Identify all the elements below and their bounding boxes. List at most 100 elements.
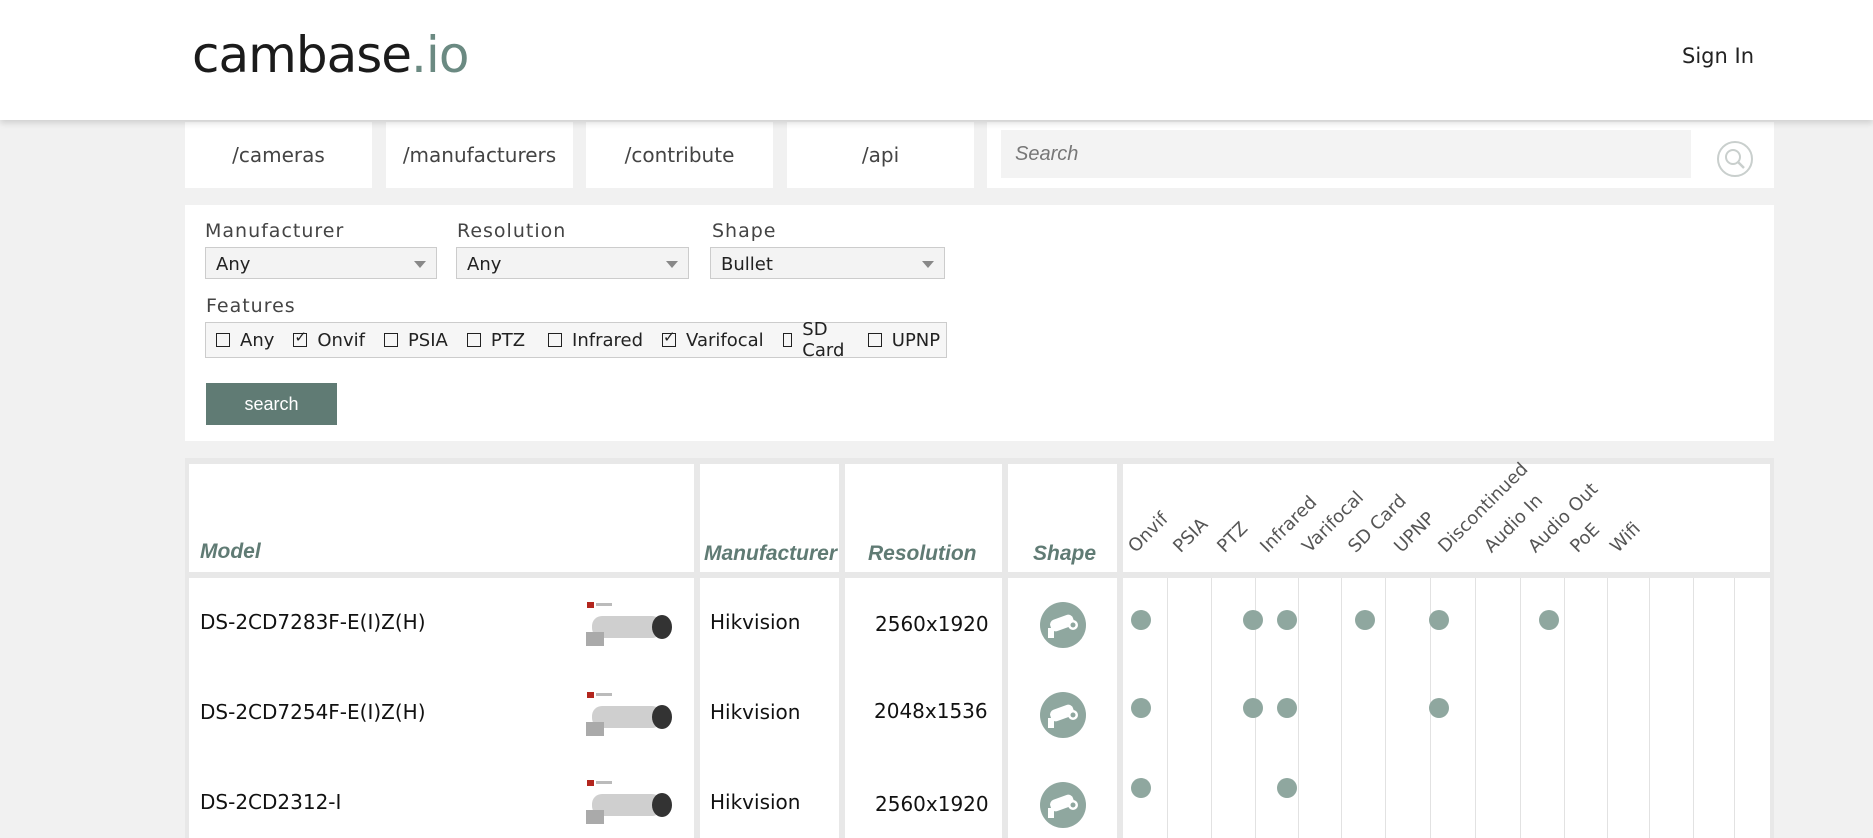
- column-header-wifi[interactable]: Wifi: [1606, 518, 1645, 557]
- results-table: Model Manufacturer Resolution Shape Onvi…: [185, 458, 1774, 838]
- resolution-column: 2560x1920 2048x1536 2560x1920: [845, 578, 1002, 838]
- column-separator: [1385, 578, 1386, 838]
- checkbox[interactable]: [383, 333, 398, 347]
- search-icon[interactable]: [1716, 140, 1754, 178]
- feature-label: Any: [240, 329, 275, 351]
- model-column: DS-2CD7283F-E(I)Z(H) DS-2CD7254F-E(I)Z(H…: [189, 578, 694, 838]
- feature-label: Varifocal: [686, 329, 764, 351]
- shape-select[interactable]: Bullet: [710, 247, 945, 279]
- sign-in-link[interactable]: Sign In: [1682, 44, 1754, 68]
- row-2-manufacturer[interactable]: Hikvision: [710, 700, 800, 724]
- checkbox[interactable]: [782, 333, 793, 347]
- search-box: [987, 122, 1774, 188]
- bullet-camera-icon: [1040, 782, 1086, 828]
- feature-onvif[interactable]: Onvif: [293, 328, 365, 351]
- header-shape-cell: Shape: [1008, 464, 1117, 572]
- feature-present-dot: [1243, 610, 1263, 630]
- features-column: [1123, 578, 1770, 838]
- logo-main: cambase: [192, 26, 412, 84]
- feature-present-dot: [1131, 698, 1151, 718]
- feature-infrared[interactable]: Infrared: [548, 330, 643, 351]
- feature-label: UPNP: [891, 329, 941, 351]
- column-header-resolution[interactable]: Resolution: [868, 542, 977, 566]
- feature-label: PSIA: [407, 329, 448, 351]
- feature-present-dot: [1131, 778, 1151, 798]
- checkbox[interactable]: [216, 333, 230, 347]
- resolution-select-value: Any: [467, 254, 502, 275]
- nav-tab-contribute[interactable]: /contribute: [586, 122, 773, 188]
- header-resolution-cell: Resolution: [845, 464, 1002, 572]
- column-header-manufacturer[interactable]: Manufacturer: [704, 542, 837, 566]
- feature-label: Onvif: [317, 329, 365, 351]
- feature-present-dot: [1429, 698, 1449, 718]
- feature-ptz[interactable]: PTZ: [466, 329, 526, 351]
- chevron-down-icon: [666, 261, 678, 268]
- checkbox[interactable]: [548, 333, 563, 347]
- column-header-psia[interactable]: PSIA: [1169, 514, 1212, 557]
- bullet-camera-icon: [1040, 602, 1086, 648]
- header-features-cell: Onvif PSIA PTZ Infrared Varifocal SD Car…: [1123, 459, 1770, 572]
- chevron-down-icon: [922, 261, 934, 268]
- feature-psia[interactable]: PSIA: [383, 329, 448, 351]
- checkbox[interactable]: [466, 333, 481, 347]
- row-1-resolution: 2560x1920: [875, 612, 989, 636]
- header-model-cell: Model: [189, 464, 694, 572]
- manufacturer-select-value: Any: [216, 254, 251, 275]
- resolution-select[interactable]: Any: [456, 247, 689, 279]
- search-button[interactable]: search: [206, 383, 337, 425]
- header-manufacturer-cell: Manufacturer: [700, 464, 839, 572]
- row-2-model[interactable]: DS-2CD7254F-E(I)Z(H): [200, 700, 426, 724]
- column-header-poe[interactable]: PoE: [1566, 519, 1604, 557]
- column-separator: [1520, 578, 1521, 838]
- manufacturer-label: Manufacturer: [205, 220, 345, 242]
- column-separator: [1693, 578, 1694, 838]
- feature-present-dot: [1277, 778, 1297, 798]
- shape-label: Shape: [712, 220, 777, 242]
- manufacturer-select[interactable]: Any: [205, 247, 437, 279]
- column-separator: [1167, 578, 1168, 838]
- row-2-resolution: 2048x1536: [874, 699, 988, 723]
- shape-select-value: Bullet: [721, 254, 773, 275]
- nav-tab-manufacturers[interactable]: /manufacturers: [386, 122, 573, 188]
- feature-any[interactable]: Any: [216, 330, 274, 351]
- column-header-shape[interactable]: Shape: [1033, 542, 1096, 566]
- feature-present-dot: [1243, 698, 1263, 718]
- column-separator: [1564, 578, 1565, 838]
- row-3-resolution: 2560x1920: [875, 792, 989, 816]
- feature-varifocal[interactable]: Varifocal: [662, 328, 764, 351]
- column-header-onvif[interactable]: Onvif: [1124, 509, 1172, 557]
- column-header-ptz[interactable]: PTZ: [1213, 518, 1252, 557]
- feature-label: Infrared: [572, 329, 644, 351]
- top-header: cambase.io Sign In: [0, 0, 1873, 120]
- row-1-model[interactable]: DS-2CD7283F-E(I)Z(H): [200, 610, 426, 634]
- column-separator: [1341, 578, 1342, 838]
- row-1-manufacturer[interactable]: Hikvision: [710, 610, 800, 634]
- feature-sd-card[interactable]: SD Card: [782, 319, 849, 361]
- nav-tab-api[interactable]: /api: [787, 122, 974, 188]
- nav-tab-cameras[interactable]: /cameras: [185, 122, 372, 188]
- chevron-down-icon: [414, 261, 426, 268]
- camera-thumbnail-image: [586, 692, 672, 736]
- row-3-model[interactable]: DS-2CD2312-I: [200, 790, 341, 814]
- checkbox-checked[interactable]: [293, 328, 308, 347]
- column-header-model[interactable]: Model: [200, 540, 261, 564]
- feature-present-dot: [1429, 610, 1449, 630]
- camera-thumbnail-image: [586, 602, 672, 646]
- column-separator: [1211, 578, 1212, 838]
- logo-tld: .io: [411, 26, 469, 84]
- camera-thumbnail-image: [586, 780, 672, 824]
- checkbox-checked[interactable]: [662, 328, 677, 347]
- feature-upnp[interactable]: UPNP: [867, 329, 941, 351]
- manufacturer-column: Hikvision Hikvision Hikvision: [700, 578, 839, 838]
- row-3-manufacturer[interactable]: Hikvision: [710, 790, 800, 814]
- site-logo[interactable]: cambase.io: [192, 26, 469, 84]
- column-separator: [1607, 578, 1608, 838]
- main-nav: /cameras /manufacturers /contribute /api: [185, 122, 1774, 188]
- checkbox[interactable]: [867, 333, 882, 347]
- feature-present-dot: [1277, 698, 1297, 718]
- bullet-camera-icon: [1040, 692, 1086, 738]
- search-input[interactable]: [1001, 130, 1691, 178]
- column-separator: [1649, 578, 1650, 838]
- feature-label: PTZ: [490, 329, 526, 351]
- feature-present-dot: [1539, 610, 1559, 630]
